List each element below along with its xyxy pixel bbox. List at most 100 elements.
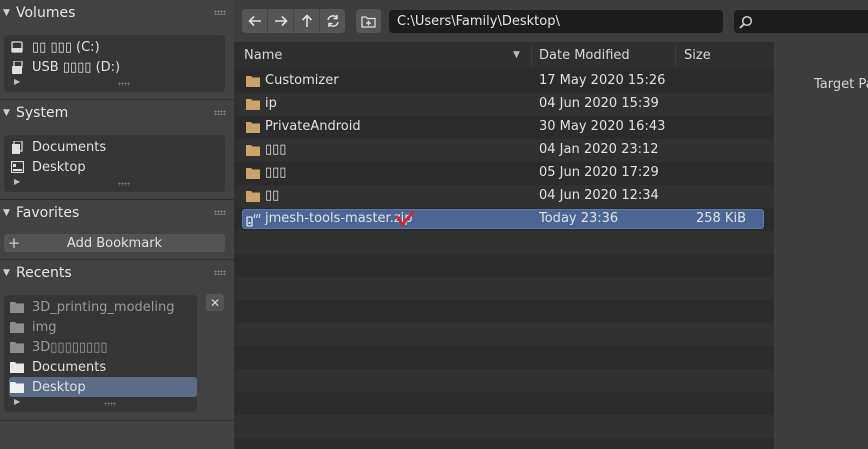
checkmark-icon [395, 211, 415, 226]
sort-dropdown-icon[interactable]: ▼ [513, 50, 520, 60]
new-folder-button[interactable] [356, 9, 381, 33]
recent-item[interactable]: 3D▯▯▯▯▯▯▯▯ [10, 337, 108, 357]
column-divider[interactable] [675, 44, 676, 66]
system-title: System [16, 105, 69, 121]
file-name: ip [265, 96, 277, 111]
folder-icon [246, 76, 260, 87]
recent-item[interactable]: Documents [10, 357, 106, 377]
sidebar-item-volume-c[interactable]: ▯▯ ▯▯▯ (C:) [10, 37, 100, 57]
expand-triangle-icon[interactable]: ▶ [14, 77, 20, 86]
search-input[interactable] [734, 10, 868, 33]
column-header-name[interactable]: Name [244, 48, 282, 63]
drag-grip-icon[interactable] [214, 110, 226, 115]
path-input[interactable]: C:\Users\Family\Desktop\ [389, 10, 723, 33]
arrow-right-icon [274, 15, 288, 27]
refresh-button[interactable] [320, 9, 345, 33]
resize-grip-icon[interactable] [118, 82, 130, 86]
volumes-title: Volumes [16, 5, 76, 21]
divider [0, 420, 234, 421]
hard-drive-icon [10, 40, 24, 54]
folder-icon [246, 191, 260, 202]
sidebar-item-label: ▯▯ ▯▯▯ (C:) [32, 39, 100, 55]
folder-icon [10, 340, 24, 354]
row-stripe [234, 231, 774, 254]
path-value: C:\Users\Family\Desktop\ [397, 14, 560, 29]
sidebar-item-volume-d[interactable]: USB ▯▯▯▯ (D:) [10, 57, 120, 77]
file-row[interactable]: Customizer 17 May 2020 15:26 [234, 70, 774, 93]
sidebar-item-desktop[interactable]: Desktop [10, 157, 86, 177]
drag-grip-icon[interactable] [214, 270, 226, 275]
file-name: ▯▯▯ [265, 142, 287, 157]
volumes-header[interactable]: ▼ Volumes [0, 1, 234, 25]
file-row[interactable]: ▯▯▯ 05 Jun 2020 17:29 [234, 162, 774, 185]
target-label: Target Pa [814, 77, 868, 92]
recent-item-selected[interactable]: Desktop [9, 377, 197, 397]
row-stripe [234, 415, 774, 438]
file-name: ▯▯ [265, 188, 280, 203]
sidebar: ▼ Volumes ▯▯ ▯▯▯ (C:) USB ▯▯▯▯ (D:) ▶ ▼ … [0, 0, 234, 449]
row-stripe [234, 277, 774, 300]
file-date: 05 Jun 2020 17:29 [539, 165, 659, 180]
collapse-triangle-icon: ▼ [3, 268, 10, 278]
navigation-buttons [242, 9, 345, 33]
column-header-size[interactable]: Size [684, 48, 711, 63]
system-header[interactable]: ▼ System [0, 101, 234, 125]
folder-icon [10, 380, 24, 394]
resize-grip-icon[interactable] [104, 402, 116, 406]
file-name: Customizer [265, 73, 339, 88]
back-button[interactable] [242, 9, 268, 33]
row-stripe [234, 369, 774, 392]
forward-button[interactable] [268, 9, 294, 33]
recent-item-label: Desktop [32, 379, 86, 395]
file-name: ▯▯▯ [265, 165, 287, 180]
row-stripe [234, 392, 774, 415]
zip-file-icon [246, 213, 261, 227]
folder-icon [10, 320, 24, 334]
toolbar: C:\Users\Family\Desktop\ [234, 0, 868, 42]
divider [0, 259, 234, 260]
folder-icon [246, 168, 260, 179]
favorites-header[interactable]: ▼ Favorites [0, 201, 234, 225]
collapse-triangle-icon: ▼ [3, 8, 10, 18]
divider [0, 199, 234, 200]
recents-title: Recents [16, 265, 72, 281]
file-row[interactable]: ▯▯▯ 04 Jan 2020 23:12 [234, 139, 774, 162]
collapse-triangle-icon: ▼ [3, 108, 10, 118]
folder-icon [246, 99, 260, 110]
row-stripe [234, 254, 774, 277]
recent-item-label: img [32, 319, 57, 335]
recent-item-label: 3D▯▯▯▯▯▯▯▯ [32, 339, 108, 355]
drag-grip-icon[interactable] [214, 10, 226, 15]
recent-item-label: 3D_printing_modeling [32, 299, 175, 315]
file-row-selected[interactable]: jmesh-tools-master.zip Today 23:36 258 K… [234, 208, 774, 231]
add-bookmark-button[interactable]: + Add Bookmark [4, 234, 225, 252]
parent-directory-button[interactable] [294, 9, 320, 33]
column-divider[interactable] [531, 44, 532, 66]
file-date: 04 Jan 2020 23:12 [539, 142, 659, 157]
arrow-up-icon [301, 14, 312, 27]
recent-item[interactable]: img [10, 317, 57, 337]
sidebar-item-label: Documents [32, 139, 107, 155]
recents-header[interactable]: ▼ Recents [0, 261, 234, 285]
file-date: 17 May 2020 15:26 [539, 73, 666, 88]
system-panel: Documents Desktop ▶ [4, 135, 225, 192]
sidebar-item-documents[interactable]: Documents [10, 137, 106, 157]
column-header-date[interactable]: Date Modified [539, 48, 630, 63]
clear-recents-button[interactable]: ✕ [206, 294, 224, 311]
favorites-title: Favorites [16, 205, 80, 221]
expand-triangle-icon[interactable]: ▶ [14, 177, 20, 186]
desktop-icon [10, 160, 24, 174]
drag-grip-icon[interactable] [214, 210, 226, 215]
file-name: jmesh-tools-master.zip [265, 211, 413, 226]
collapse-triangle-icon: ▼ [3, 208, 10, 218]
resize-grip-icon[interactable] [118, 182, 130, 186]
folder-icon [10, 360, 24, 374]
close-icon: ✕ [209, 295, 221, 310]
file-row[interactable]: ▯▯ 04 Jun 2020 12:34 [234, 185, 774, 208]
file-row[interactable]: PrivateAndroid 30 May 2020 16:43 [234, 116, 774, 139]
file-row[interactable]: ip 04 Jun 2020 15:39 [234, 93, 774, 116]
file-date: 04 Jun 2020 15:39 [539, 96, 659, 111]
row-stripe [234, 346, 774, 369]
expand-triangle-icon[interactable]: ▶ [14, 397, 20, 406]
recent-item[interactable]: 3D_printing_modeling [10, 297, 175, 317]
